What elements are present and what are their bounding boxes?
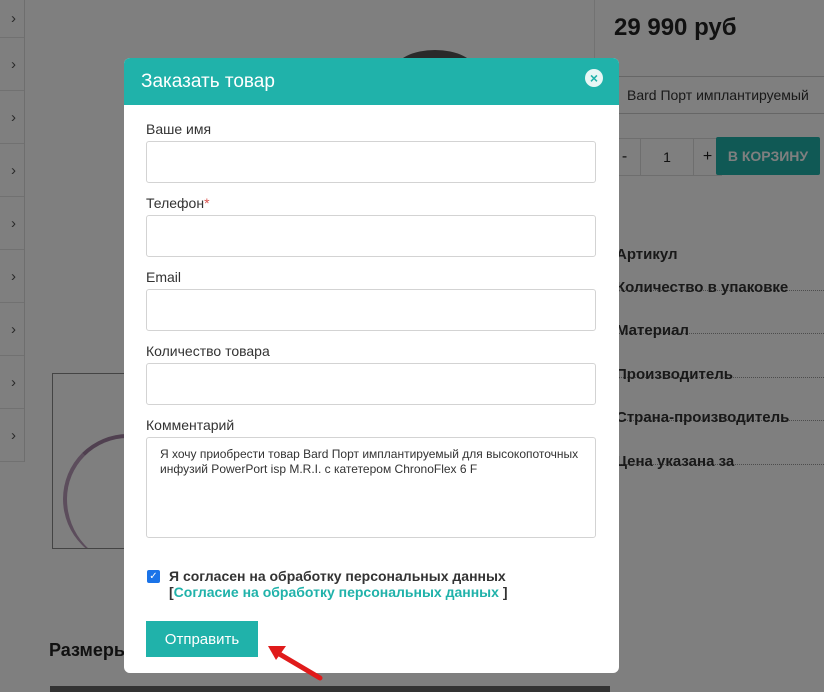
order-modal: Заказать товар × Ваше имя Телефон* Email… [124,58,619,673]
consent-checkbox[interactable]: ✓ [147,570,160,583]
modal-header: Заказать товар × [124,58,619,105]
red-arrow-icon [268,646,323,681]
quantity-input[interactable] [146,363,596,405]
email-label: Email [146,269,182,285]
phone-field: Телефон* [146,195,596,257]
consent-link-row: [Согласие на обработку персональных данн… [169,584,508,600]
consent-text: Я согласен на обработку персональных дан… [169,568,506,584]
phone-input[interactable] [146,215,596,257]
modal-title: Заказать товар [141,70,275,92]
required-mark: * [204,195,210,211]
quantity-field: Количество товара [146,343,596,405]
phone-label: Телефон* [146,195,210,211]
comment-field: Комментарий Я хочу приобрести товар Bard… [146,417,596,538]
name-input[interactable] [146,141,596,183]
name-field: Ваше имя [146,121,596,183]
close-icon[interactable]: × [585,69,603,87]
consent-row: ✓ Я согласен на обработку персональных д… [147,568,597,600]
comment-textarea[interactable]: Я хочу приобрести товар Bard Порт имплан… [146,437,596,538]
name-label: Ваше имя [146,121,212,137]
email-input[interactable] [146,289,596,331]
submit-button[interactable]: Отправить [146,621,258,657]
comment-label: Комментарий [146,417,235,433]
quantity-label: Количество товара [146,343,270,359]
email-field: Email [146,269,596,331]
consent-link[interactable]: Согласие на обработку персональных данны… [174,584,499,600]
